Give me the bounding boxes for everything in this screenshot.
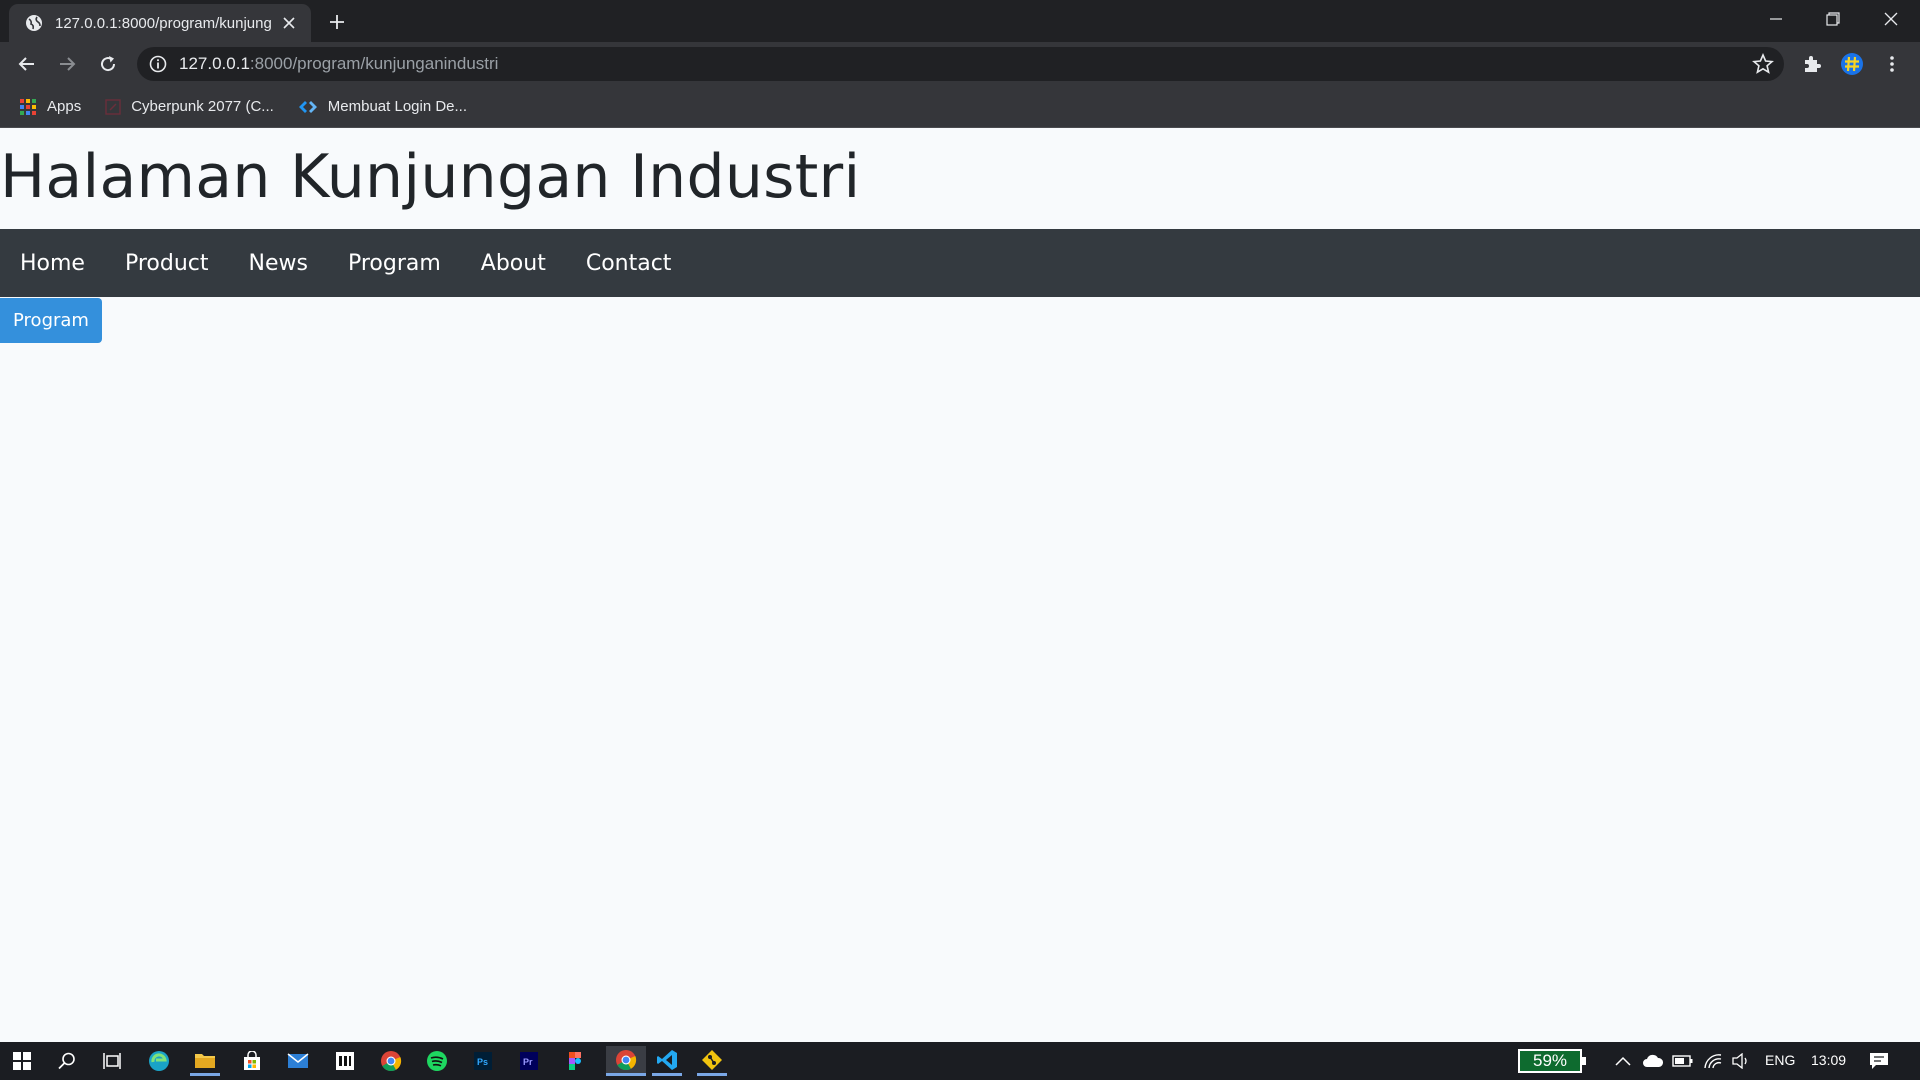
- main-navbar: Home Product News Program About Contact: [0, 229, 1920, 297]
- url-text: 127.0.0.1:8000/program/kunjunganindustri: [179, 54, 498, 74]
- url-path: :8000/program/kunjunganindustri: [249, 54, 499, 73]
- show-hidden-icons-chevron-icon[interactable]: [1608, 1046, 1638, 1076]
- edge-icon[interactable]: [144, 1046, 174, 1076]
- vscode-icon[interactable]: [652, 1046, 682, 1076]
- browser-menu-icon[interactable]: [1878, 50, 1906, 78]
- reload-icon[interactable]: [94, 50, 122, 78]
- page-content: Halaman Kunjungan Industri Home Product …: [0, 128, 1920, 1042]
- extensions-puzzle-icon[interactable]: [1798, 50, 1826, 78]
- nav-program[interactable]: Program: [348, 251, 441, 276]
- close-window-icon[interactable]: [1874, 6, 1908, 32]
- figma-icon[interactable]: [560, 1046, 590, 1076]
- bookmark-apps[interactable]: Apps: [19, 98, 81, 116]
- bookmark-label: Cyberpunk 2077 (C...: [131, 98, 274, 115]
- store-icon[interactable]: [237, 1046, 267, 1076]
- nav-product[interactable]: Product: [125, 251, 209, 276]
- minimize-icon[interactable]: [1759, 6, 1793, 32]
- nav-about[interactable]: About: [481, 251, 546, 276]
- epic-games-icon[interactable]: [330, 1046, 360, 1076]
- globe-icon: [26, 15, 42, 31]
- code-favicon: [298, 100, 317, 113]
- premiere-icon[interactable]: Pr: [514, 1046, 544, 1076]
- close-tab-icon[interactable]: [279, 13, 299, 33]
- chrome-active-icon[interactable]: [606, 1046, 646, 1076]
- bookmark-label: Apps: [47, 98, 82, 115]
- windows-start-icon[interactable]: [7, 1046, 37, 1076]
- browser-toolbar: 127.0.0.1:8000/program/kunjunganindustri: [0, 42, 1920, 86]
- svg-text:Ps: Ps: [477, 1057, 488, 1067]
- onedrive-cloud-icon[interactable]: [1638, 1046, 1668, 1076]
- bookmark-star-icon[interactable]: [1752, 53, 1774, 75]
- git-icon[interactable]: [697, 1046, 727, 1076]
- nav-news[interactable]: News: [249, 251, 308, 276]
- chrome-icon[interactable]: [376, 1046, 406, 1076]
- volume-icon[interactable]: [1726, 1046, 1756, 1076]
- program-button[interactable]: Program: [0, 298, 102, 343]
- bookmarks-bar: Apps Cyberpunk 2077 (C... Membuat Login …: [0, 86, 1920, 128]
- browser-tab-strip: 127.0.0.1:8000/program/kunjung: [0, 0, 1920, 42]
- task-view-icon[interactable]: [97, 1046, 127, 1076]
- bookmark-membuat-login[interactable]: Membuat Login De...: [298, 98, 467, 115]
- svg-text:Pr: Pr: [523, 1057, 533, 1067]
- tab-title: 127.0.0.1:8000/program/kunjung: [55, 14, 271, 32]
- battery-percentage-widget: 59%: [1518, 1049, 1586, 1073]
- browser-tab[interactable]: 127.0.0.1:8000/program/kunjung: [9, 4, 311, 42]
- battery-icon[interactable]: [1668, 1046, 1698, 1076]
- nav-home[interactable]: Home: [20, 251, 85, 276]
- apps-grid-icon: [20, 98, 36, 115]
- url-host: 127.0.0.1: [179, 54, 250, 73]
- mail-icon[interactable]: [283, 1046, 313, 1076]
- search-icon[interactable]: [52, 1046, 82, 1076]
- back-icon[interactable]: [13, 50, 41, 78]
- address-bar[interactable]: 127.0.0.1:8000/program/kunjunganindustri: [137, 47, 1784, 81]
- restore-icon[interactable]: [1816, 6, 1850, 32]
- site-info-icon[interactable]: [149, 55, 167, 73]
- forward-icon[interactable]: [53, 50, 81, 78]
- cyberpunk-favicon: [105, 98, 121, 115]
- new-tab-icon[interactable]: [325, 10, 349, 34]
- nav-contact[interactable]: Contact: [586, 251, 672, 276]
- page-title: Halaman Kunjungan Industri: [0, 142, 861, 212]
- clock-time[interactable]: 13:09: [1811, 1052, 1846, 1068]
- bookmark-cyberpunk[interactable]: Cyberpunk 2077 (C...: [105, 98, 274, 115]
- profile-avatar-icon[interactable]: [1838, 50, 1866, 78]
- photoshop-icon[interactable]: Ps: [468, 1046, 498, 1076]
- notification-center-icon[interactable]: [1864, 1046, 1894, 1076]
- language-indicator[interactable]: ENG: [1765, 1052, 1795, 1068]
- windows-taskbar: Ps Pr 59% ENG 13:09: [0, 1042, 1920, 1080]
- wifi-icon[interactable]: [1698, 1046, 1728, 1076]
- bookmark-label: Membuat Login De...: [327, 98, 468, 115]
- spotify-icon[interactable]: [422, 1046, 452, 1076]
- file-explorer-icon[interactable]: [190, 1046, 220, 1076]
